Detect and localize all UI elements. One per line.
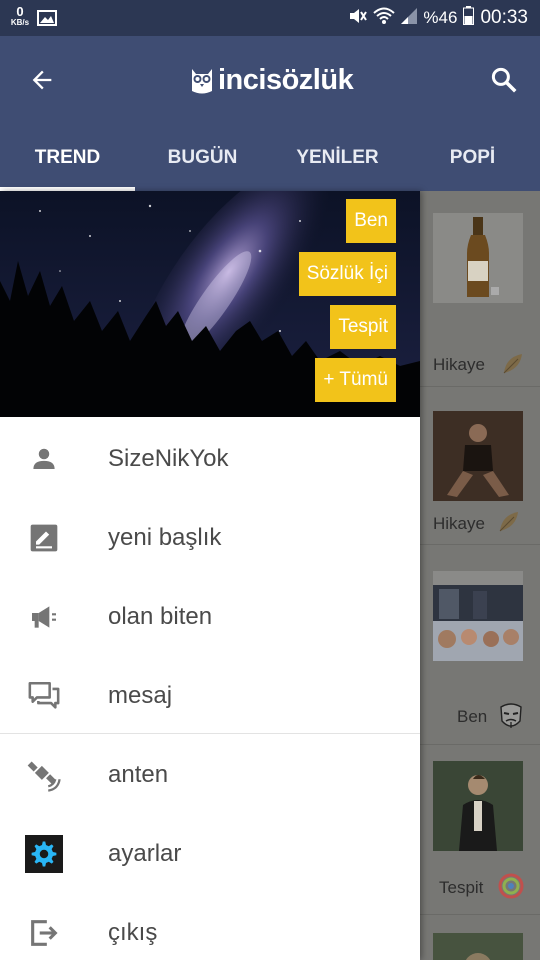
mask-icon bbox=[496, 701, 526, 731]
feather-icon bbox=[500, 351, 526, 377]
back-button[interactable] bbox=[22, 60, 62, 100]
rainbow-circle-icon bbox=[498, 873, 524, 899]
drawer-header-image: Ben Sözlük İçi Tespit + Tümü bbox=[0, 191, 420, 417]
navigation-drawer: Ben Sözlük İçi Tespit + Tümü SizeNikYok … bbox=[0, 191, 420, 960]
satellite-icon bbox=[24, 755, 64, 795]
edit-icon bbox=[24, 518, 64, 558]
menu-item-label: SizeNikYok bbox=[108, 444, 229, 472]
wifi-icon bbox=[373, 7, 396, 30]
menu-item-label: anten bbox=[108, 760, 169, 788]
mute-icon bbox=[347, 6, 368, 31]
tab-bugun[interactable]: BUGÜN bbox=[135, 136, 270, 191]
menu-item-settings[interactable]: ayarlar bbox=[0, 814, 420, 893]
filter-chip-ben[interactable]: Ben bbox=[346, 199, 396, 243]
menu-item-label: mesaj bbox=[108, 681, 173, 709]
feed-card[interactable]: Hikaye bbox=[420, 387, 540, 545]
logo-text: incisözlük bbox=[218, 63, 354, 96]
menu-item-label: yeni başlık bbox=[108, 523, 222, 551]
search-button[interactable] bbox=[484, 60, 524, 100]
feed-card-label: Hikaye bbox=[433, 514, 485, 533]
menu-item-new-title[interactable]: yeni başlık bbox=[0, 498, 420, 577]
feed-card[interactable]: Tespit bbox=[420, 745, 540, 915]
megaphone-icon bbox=[24, 597, 64, 637]
person-icon bbox=[24, 439, 64, 479]
partial-thumbnail bbox=[433, 933, 523, 960]
tab-popi[interactable]: POPİ bbox=[405, 136, 540, 191]
feed-card-label: Tespit bbox=[439, 878, 484, 897]
network-speed-value: 0 bbox=[16, 4, 24, 19]
menu-item-antenna[interactable]: anten bbox=[0, 735, 420, 814]
feed-card[interactable]: Ben bbox=[420, 545, 540, 745]
filter-chip-tespit[interactable]: Tespit bbox=[330, 305, 396, 349]
menu-item-profile[interactable]: SizeNikYok bbox=[0, 419, 420, 498]
tab-bar: TREND BUGÜN YENİLER POPİ bbox=[0, 136, 540, 191]
tab-trend[interactable]: TREND bbox=[0, 136, 135, 191]
battery-percent: %46 bbox=[423, 8, 458, 27]
app-logo: incisözlük bbox=[190, 60, 354, 100]
gear-icon bbox=[25, 834, 63, 873]
menu-item-messages[interactable]: mesaj bbox=[0, 656, 420, 735]
background-feed: Hikaye Hikaye Ben Tespit bbox=[420, 191, 540, 960]
status-bar: 0 KB/s %46 00:33 bbox=[0, 0, 540, 36]
menu-item-label: ayarlar bbox=[108, 839, 182, 867]
tab-yeniler[interactable]: YENİLER bbox=[270, 136, 405, 191]
app-bar: incisözlük TREND BUGÜN YENİLER POPİ bbox=[0, 36, 540, 191]
menu-divider bbox=[0, 733, 420, 734]
menu-item-logout[interactable]: çıkış bbox=[0, 893, 420, 960]
back-arrow-icon bbox=[32, 70, 52, 90]
owl-icon bbox=[192, 69, 212, 94]
gallery-notification-icon bbox=[37, 10, 57, 31]
logout-icon bbox=[24, 913, 64, 953]
signal-icon bbox=[401, 7, 418, 29]
feed-card-label: Hikaye bbox=[433, 355, 485, 374]
clock: 00:33 bbox=[480, 7, 528, 28]
network-speed: 0 KB/s bbox=[8, 5, 32, 27]
menu-item-news[interactable]: olan biten bbox=[0, 577, 420, 656]
menu-item-label: olan biten bbox=[108, 602, 213, 630]
man-photo-thumbnail bbox=[433, 761, 523, 851]
filter-chip-tumu[interactable]: + Tümü bbox=[315, 358, 396, 402]
battery-icon bbox=[463, 6, 475, 30]
feed-card[interactable] bbox=[420, 915, 540, 960]
feed-card-label: Ben bbox=[457, 707, 488, 726]
chat-icon bbox=[24, 676, 64, 716]
filter-chip-sozluk-ici[interactable]: Sözlük İçi bbox=[298, 252, 396, 296]
search-icon bbox=[491, 67, 517, 93]
beer-bottle-thumbnail bbox=[433, 213, 523, 303]
network-speed-unit: KB/s bbox=[10, 18, 30, 27]
feed-card[interactable]: Hikaye bbox=[420, 191, 540, 387]
person-photo-thumbnail bbox=[433, 411, 523, 501]
menu-item-label: çıkış bbox=[108, 918, 158, 946]
news-collage-thumbnail bbox=[433, 571, 523, 661]
feather-icon bbox=[496, 509, 522, 535]
